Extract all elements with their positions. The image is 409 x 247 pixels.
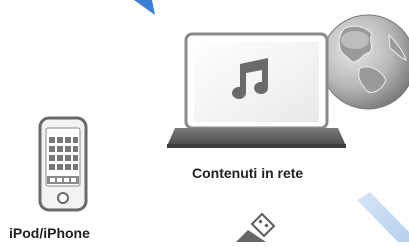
diagram-canvas: [38, 0, 409, 242]
globe-icon: [320, 14, 409, 110]
connection-diagram: Contenuti in rete iPod/iPhone: [0, 0, 409, 242]
usb-stick-icon: [236, 212, 276, 242]
network-content-label: Contenuti in rete: [192, 165, 304, 181]
arrow-top-icon: [134, 0, 155, 15]
ipod-iphone-label: iPod/iPhone: [9, 225, 90, 241]
ipod-iphone-icon: [38, 116, 88, 212]
arrow-bottom-right-icon: [357, 192, 409, 242]
